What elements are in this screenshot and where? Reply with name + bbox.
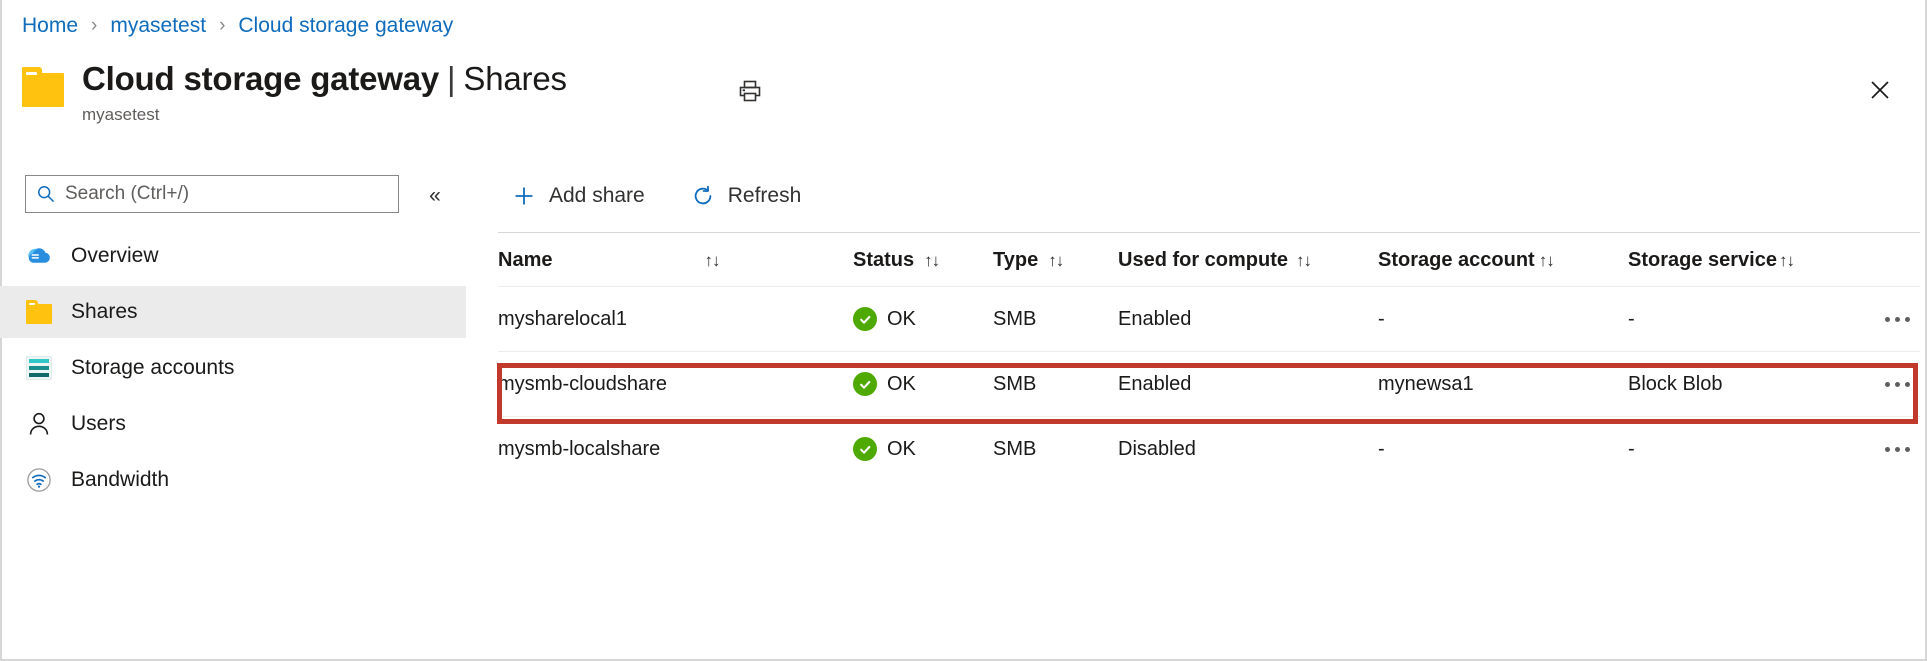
sort-arrows-icon[interactable]: ↑↓ bbox=[1539, 251, 1554, 271]
sidebar-item-label: Bandwidth bbox=[71, 468, 169, 492]
column-header-storage-account[interactable]: Storage account ↑↓ bbox=[1378, 233, 1628, 287]
cell-used-for-compute: Enabled bbox=[1118, 352, 1378, 417]
plus-icon bbox=[512, 184, 536, 208]
column-header-actions bbox=[1828, 233, 1920, 287]
sidebar-item-label: Storage accounts bbox=[71, 356, 234, 380]
breadcrumb: Home › myasetest › Cloud storage gateway bbox=[22, 11, 453, 41]
breadcrumb-separator-icon: › bbox=[91, 15, 97, 37]
sort-arrows-icon[interactable]: ↑↓ bbox=[924, 251, 939, 271]
page-title: Cloud storage gateway|Shares bbox=[82, 58, 567, 100]
ellipsis-icon[interactable] bbox=[1874, 367, 1920, 401]
cell-actions bbox=[1828, 417, 1920, 482]
column-header-label: Storage service bbox=[1628, 249, 1777, 272]
cell-actions bbox=[1828, 287, 1920, 352]
folder-icon bbox=[25, 298, 53, 326]
check-circle-icon bbox=[853, 307, 877, 331]
search-input[interactable] bbox=[65, 183, 390, 205]
storage-accounts-icon bbox=[25, 354, 53, 382]
column-header-label: Type bbox=[993, 249, 1038, 272]
cell-name[interactable]: mysmb-localshare bbox=[498, 417, 853, 482]
sidebar-item-label: Shares bbox=[71, 300, 138, 324]
sort-arrows-icon[interactable]: ↑↓ bbox=[1296, 251, 1311, 271]
sidebar-item-shares[interactable]: Shares bbox=[0, 286, 466, 338]
breadcrumb-item-cloud-storage-gateway[interactable]: Cloud storage gateway bbox=[238, 14, 453, 38]
cell-type: SMB bbox=[993, 352, 1118, 417]
sort-arrows-icon[interactable]: ↑↓ bbox=[1048, 251, 1063, 271]
chevron-double-left-icon[interactable]: « bbox=[418, 182, 452, 208]
command-bar: Add share Refresh bbox=[498, 170, 815, 222]
column-header-label: Status bbox=[853, 249, 914, 272]
cell-status: OK bbox=[853, 417, 993, 482]
bandwidth-icon bbox=[25, 466, 53, 494]
cell-storage-account: mynewsa1 bbox=[1378, 352, 1628, 417]
refresh-button[interactable]: Refresh bbox=[677, 174, 816, 218]
cell-name[interactable]: mysmb-cloudshare bbox=[498, 352, 853, 417]
column-header-used-for-compute[interactable]: Used for compute ↑↓ bbox=[1118, 233, 1378, 287]
table-row[interactable]: mysmb-cloudshare OK SMB Enabled bbox=[498, 352, 1920, 417]
cell-used-for-compute: Disabled bbox=[1118, 417, 1378, 482]
sort-arrows-icon[interactable]: ↑↓ bbox=[704, 251, 719, 271]
page-subtitle: myasetest bbox=[82, 104, 567, 126]
add-share-button[interactable]: Add share bbox=[498, 174, 659, 218]
blade-sidebar: « Overview Shares bbox=[0, 168, 466, 661]
folder-icon bbox=[22, 67, 64, 107]
shares-table-container: Name ↑↓ Status ↑↓ Type ↑↓ bbox=[498, 232, 1920, 481]
breadcrumb-item-home[interactable]: Home bbox=[22, 14, 78, 38]
refresh-label: Refresh bbox=[728, 184, 802, 208]
table-row[interactable]: mysharelocal1 OK SMB Enabled bbox=[498, 287, 1920, 352]
column-header-label: Used for compute bbox=[1118, 249, 1288, 272]
person-icon bbox=[25, 410, 53, 438]
search-icon bbox=[36, 184, 56, 204]
search-box[interactable] bbox=[25, 175, 399, 213]
column-header-storage-service[interactable]: Storage service ↑↓ bbox=[1628, 233, 1828, 287]
cell-storage-service: - bbox=[1628, 287, 1828, 352]
cell-type: SMB bbox=[993, 287, 1118, 352]
page-title-resource: Cloud storage gateway bbox=[82, 60, 439, 97]
blade-header: Cloud storage gateway|Shares myasetest bbox=[22, 58, 567, 126]
ellipsis-icon[interactable] bbox=[1874, 432, 1920, 466]
sidebar-item-label: Users bbox=[71, 412, 126, 436]
cell-status: OK bbox=[853, 352, 993, 417]
sort-arrows-icon[interactable]: ↑↓ bbox=[1779, 251, 1794, 271]
add-share-label: Add share bbox=[549, 184, 645, 208]
breadcrumb-separator-icon: › bbox=[219, 15, 225, 37]
cell-status: OK bbox=[853, 287, 993, 352]
cell-storage-account: - bbox=[1378, 287, 1628, 352]
cell-storage-service: Block Blob bbox=[1628, 352, 1828, 417]
column-header-label: Name bbox=[498, 249, 552, 272]
status-label: OK bbox=[887, 373, 916, 396]
sidebar-item-bandwidth[interactable]: Bandwidth bbox=[0, 454, 466, 506]
column-header-status[interactable]: Status ↑↓ bbox=[853, 233, 993, 287]
breadcrumb-item-myasetest[interactable]: myasetest bbox=[110, 14, 206, 38]
cell-used-for-compute: Enabled bbox=[1118, 287, 1378, 352]
cell-type: SMB bbox=[993, 417, 1118, 482]
cell-storage-account: - bbox=[1378, 417, 1628, 482]
page-title-divider: | bbox=[447, 60, 455, 97]
cell-storage-service: - bbox=[1628, 417, 1828, 482]
check-circle-icon bbox=[853, 437, 877, 461]
refresh-icon bbox=[691, 184, 715, 208]
status-label: OK bbox=[887, 438, 916, 461]
sidebar-item-overview[interactable]: Overview bbox=[0, 230, 466, 282]
table-header-row: Name ↑↓ Status ↑↓ Type ↑↓ bbox=[498, 233, 1920, 287]
status-label: OK bbox=[887, 308, 916, 331]
ellipsis-icon[interactable] bbox=[1874, 302, 1920, 336]
sidebar-item-storage-accounts[interactable]: Storage accounts bbox=[0, 342, 466, 394]
azure-portal-blade: Home › myasetest › Cloud storage gateway… bbox=[0, 0, 1927, 661]
column-header-label: Storage account bbox=[1378, 249, 1535, 272]
sidebar-item-label: Overview bbox=[71, 244, 159, 268]
cell-name[interactable]: mysharelocal1 bbox=[498, 287, 853, 352]
column-header-type[interactable]: Type ↑↓ bbox=[993, 233, 1118, 287]
sidebar-item-users[interactable]: Users bbox=[0, 398, 466, 450]
cell-actions bbox=[1828, 352, 1920, 417]
shares-table: Name ↑↓ Status ↑↓ Type ↑↓ bbox=[498, 233, 1920, 481]
column-header-name[interactable]: Name ↑↓ bbox=[498, 233, 853, 287]
close-icon[interactable] bbox=[1858, 68, 1902, 112]
print-icon[interactable] bbox=[730, 71, 770, 111]
table-row[interactable]: mysmb-localshare OK SMB Disabled bbox=[498, 417, 1920, 482]
page-title-section: Shares bbox=[463, 60, 566, 97]
cloud-icon bbox=[25, 242, 53, 270]
check-circle-icon bbox=[853, 372, 877, 396]
